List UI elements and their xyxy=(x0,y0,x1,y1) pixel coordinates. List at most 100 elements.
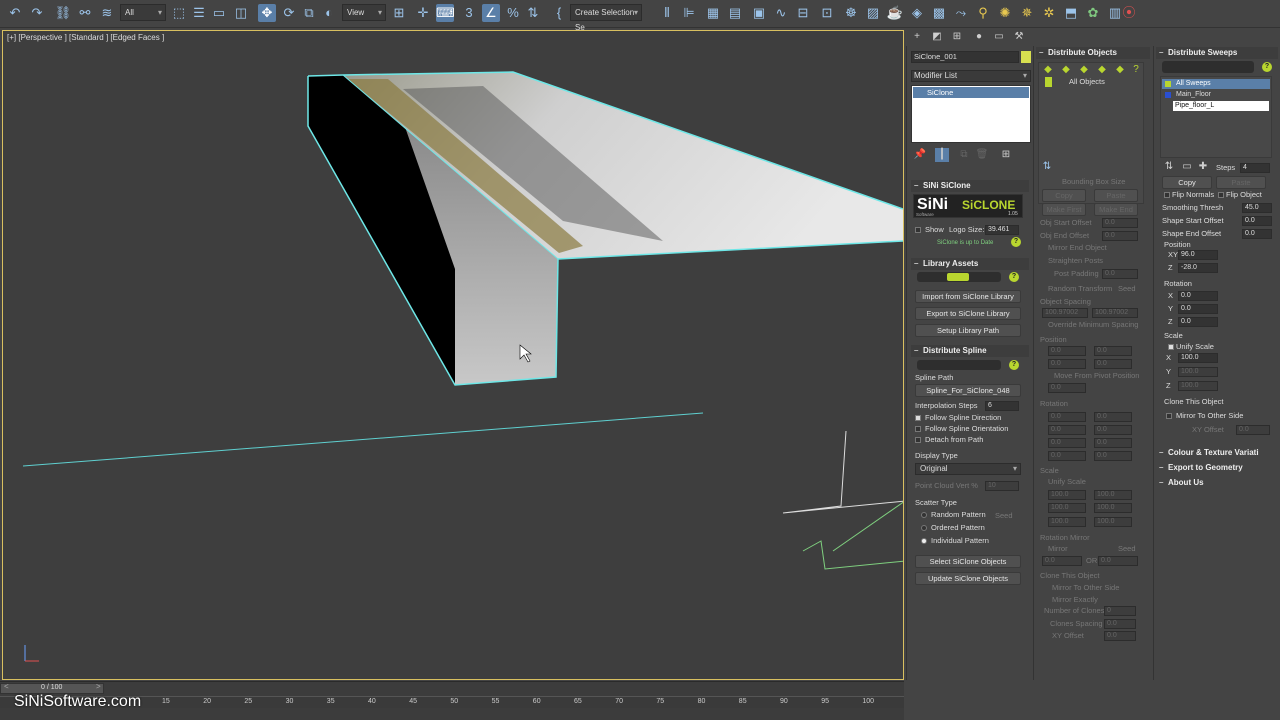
remove-modifier-icon[interactable]: 🗑 xyxy=(975,148,989,162)
rotation-w-field[interactable]: 0.0 xyxy=(1048,451,1086,461)
object-toolbar-icon[interactable]: ◆ xyxy=(1113,63,1127,77)
object-toolbar-icon[interactable]: ◆ xyxy=(1095,63,1109,77)
show-logo-checkbox[interactable] xyxy=(915,227,921,233)
sweep-item-main-floor[interactable]: Main_Floor xyxy=(1162,90,1270,100)
reference-coordinate-dropdown[interactable]: View xyxy=(342,4,386,21)
sweep-position-xy-field[interactable]: 96.0 xyxy=(1178,250,1218,260)
follow-orientation-checkbox[interactable] xyxy=(915,426,921,432)
edit-named-selection-icon[interactable]: { xyxy=(550,4,568,22)
position-z2-field[interactable]: 0.0 xyxy=(1094,359,1132,369)
modifier-stack[interactable]: SiClone xyxy=(911,85,1031,143)
pin-stack-icon[interactable]: 📌 xyxy=(913,148,927,162)
sweep-item-pipe-floor[interactable]: Pipe_floor_L xyxy=(1173,101,1269,111)
motion-tab-icon[interactable]: ● xyxy=(972,30,986,44)
position-z-field[interactable]: 0.0 xyxy=(1048,359,1086,369)
distribute-sweeps-header[interactable]: Distribute Sweeps xyxy=(1156,47,1278,59)
obj-end-field[interactable]: 0.0 xyxy=(1102,231,1138,241)
object-name-field[interactable]: SiClone_001 xyxy=(911,51,1019,63)
align-icon[interactable]: ⊫ xyxy=(680,4,698,22)
distribute-tool-icon[interactable]: ✲ xyxy=(1040,4,1058,22)
shape-end-field[interactable]: 0.0 xyxy=(1242,229,1272,239)
unify-scale-label[interactable]: Unify Scale xyxy=(1048,477,1086,487)
create-tab-icon[interactable]: + xyxy=(910,30,924,44)
select-scale-icon[interactable]: ⧉ xyxy=(300,4,318,22)
sweep-scale-x-field[interactable]: 100.0 xyxy=(1178,353,1218,363)
mirror-icon[interactable]: ⫴ xyxy=(658,4,676,22)
export-library-button[interactable]: Export to SiClone Library xyxy=(915,307,1021,320)
curve-tool-icon[interactable]: ⤳ xyxy=(952,4,970,22)
flip-object-checkbox[interactable] xyxy=(1218,192,1224,198)
sweep-rotation-z-field[interactable]: 0.0 xyxy=(1178,317,1218,327)
point-cloud-field[interactable]: 10 xyxy=(985,481,1019,491)
library-rollout-header[interactable]: Library Assets xyxy=(911,258,1029,270)
obj-start-field[interactable]: 0.0 xyxy=(1102,218,1138,228)
import-tool-icon[interactable]: ⬒ xyxy=(1062,4,1080,22)
distribute-objects-header[interactable]: Distribute Objects xyxy=(1036,47,1150,59)
ordered-pattern-radio[interactable] xyxy=(921,525,927,531)
object-color-swatch[interactable] xyxy=(1021,51,1031,63)
siclone-rollout-header[interactable]: SiNi SiClone xyxy=(911,180,1029,192)
post-padding-field[interactable]: 0.0 xyxy=(1102,269,1138,279)
select-rotate-icon[interactable]: ⟳ xyxy=(280,4,298,22)
grid-tool-icon[interactable]: ▩ xyxy=(930,4,948,22)
make-end-button[interactable]: Make End xyxy=(1094,203,1138,216)
configure-modifier-sets-icon[interactable]: ⊞ xyxy=(999,148,1013,162)
render-iterative-icon[interactable]: ◈ xyxy=(908,4,926,22)
material-editor-icon[interactable]: ⊡ xyxy=(818,4,836,22)
selection-filter-dropdown[interactable]: All xyxy=(120,4,166,21)
find-tool-icon[interactable]: ⚲ xyxy=(974,4,992,22)
spline-path-button[interactable]: Spline_For_SiClone_048 xyxy=(915,384,1021,397)
render-setup-icon[interactable]: ☸ xyxy=(842,4,860,22)
select-object-icon[interactable]: ⬚ xyxy=(170,4,188,22)
link-icon[interactable]: ⛓ xyxy=(54,4,72,22)
rect-selection-icon[interactable]: ▭ xyxy=(210,4,228,22)
spinner-snap-icon[interactable]: ⇅ xyxy=(524,4,542,22)
move-pivot-label[interactable]: Move From Pivot Position xyxy=(1054,371,1139,381)
rotation-z-field[interactable]: 0.0 xyxy=(1048,438,1086,448)
sweep-mirror-other-checkbox[interactable] xyxy=(1166,413,1172,419)
select-move-icon[interactable]: ✥ xyxy=(258,4,276,22)
mirror-b-field[interactable]: 0.0 xyxy=(1098,556,1138,566)
smoothing-field[interactable]: 45.0 xyxy=(1242,203,1272,213)
spacing-a-field[interactable]: 100.97002 xyxy=(1042,308,1088,318)
scale-x-field[interactable]: 100.0 xyxy=(1048,490,1086,500)
steps-field[interactable]: 4 xyxy=(1240,163,1270,173)
hierarchy-tab-icon[interactable]: ⊞ xyxy=(950,30,964,44)
rotation-w2-field[interactable]: 0.0 xyxy=(1094,451,1132,461)
spacing-b-field[interactable]: 100.97002 xyxy=(1092,308,1138,318)
modifier-list-dropdown[interactable]: Modifier List xyxy=(911,70,1031,82)
rotation-x-field[interactable]: 0.0 xyxy=(1048,412,1086,422)
random-pattern-radio[interactable] xyxy=(921,512,927,518)
straighten-posts-label[interactable]: Straighten Posts xyxy=(1048,256,1103,266)
render-production-icon[interactable]: ☕ xyxy=(886,4,904,22)
display-tab-icon[interactable]: ▭ xyxy=(992,30,1006,44)
scale-z2-field[interactable]: 100.0 xyxy=(1094,517,1132,527)
perspective-viewport[interactable]: [+] [Perspective ] [Standard ] [Edged Fa… xyxy=(2,30,904,680)
interpolation-field[interactable]: 6 xyxy=(985,401,1019,411)
select-by-name-icon[interactable]: ☰ xyxy=(190,4,208,22)
sweep-item-all[interactable]: All Sweeps xyxy=(1162,79,1270,89)
sweep-add-icon[interactable]: ⇅ xyxy=(1162,160,1176,174)
percent-snap-icon[interactable]: % xyxy=(504,4,522,22)
about-us-rollout[interactable]: About Us xyxy=(1156,477,1278,489)
undo-icon[interactable]: ↶ xyxy=(6,4,24,22)
setup-library-path-button[interactable]: Setup Library Path xyxy=(915,324,1021,337)
redo-icon[interactable]: ↷ xyxy=(28,4,46,22)
rotation-x2-field[interactable]: 0.0 xyxy=(1094,412,1132,422)
modify-tab-icon[interactable]: ◩ xyxy=(930,30,944,44)
scatter-tool-icon[interactable]: ✺ xyxy=(996,4,1014,22)
colour-texture-rollout[interactable]: Colour & Texture Variati xyxy=(1156,447,1278,459)
sweep-unify-scale-checkbox[interactable] xyxy=(1168,344,1174,350)
sweep-remove-icon[interactable]: ▭ xyxy=(1180,160,1194,174)
update-siclone-objects-button[interactable]: Update SiClone Objects xyxy=(915,572,1021,585)
slider-prev-arrow[interactable]: < xyxy=(4,682,9,691)
rotation-y-field[interactable]: 0.0 xyxy=(1048,425,1086,435)
help-icon[interactable]: ? xyxy=(1129,63,1143,77)
select-manipulate-icon[interactable]: ✛ xyxy=(414,4,432,22)
position-x2-field[interactable]: 0.0 xyxy=(1094,346,1132,356)
select-siclone-objects-button[interactable]: Select SiClone Objects xyxy=(915,555,1021,568)
flip-normals-checkbox[interactable] xyxy=(1164,192,1170,198)
random-transform-label[interactable]: Random Transform xyxy=(1048,284,1112,294)
scale-y-field[interactable]: 100.0 xyxy=(1048,503,1086,513)
schematic-view-icon[interactable]: ⊟ xyxy=(794,4,812,22)
